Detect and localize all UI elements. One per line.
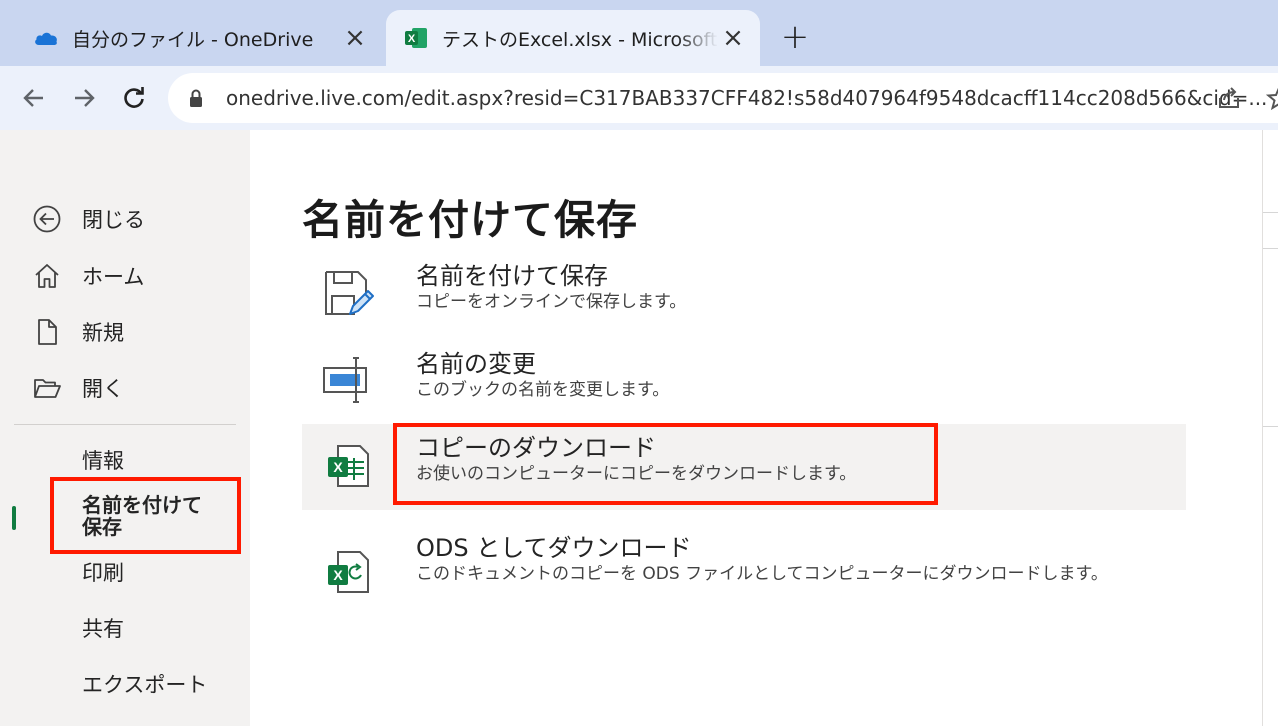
option-description: コピーをオンラインで保存します。 — [416, 292, 687, 312]
tab-close-icon[interactable]: × — [340, 23, 370, 53]
tab-onedrive[interactable]: 自分のファイル - OneDrive × — [16, 10, 382, 66]
back-arrow-circle-icon — [30, 202, 64, 236]
spreadsheet-edge — [1262, 130, 1278, 726]
tab-close-icon[interactable]: × — [718, 23, 748, 53]
ods-download-icon: X — [320, 542, 376, 598]
address-bar[interactable]: onedrive.live.com/edit.aspx?resid=C317BA… — [168, 73, 1278, 123]
nav-share[interactable]: 共有 — [82, 618, 124, 640]
option-title: 名前を付けて保存 — [416, 262, 608, 290]
option-title: 名前の変更 — [416, 350, 536, 378]
svg-text:X: X — [333, 459, 343, 475]
selection-indicator — [12, 506, 16, 530]
home-icon — [30, 259, 64, 293]
nav-open[interactable]: 開く — [30, 371, 124, 405]
option-download-ods[interactable]: X ODS としてダウンロード このドキュメントのコピーを ODS ファイルとし… — [302, 524, 1186, 624]
bookmark-star-icon[interactable] — [1265, 85, 1278, 115]
nav-export[interactable]: エクスポート — [82, 674, 207, 696]
page-title: 名前を付けて保存 — [302, 196, 638, 244]
open-folder-icon — [30, 371, 64, 405]
annotation-highlight-box — [393, 423, 938, 505]
browser-toolbar: onedrive.live.com/edit.aspx?resid=C317BA… — [0, 66, 1278, 130]
grid-line — [1263, 426, 1278, 427]
new-tab-button[interactable]: + — [778, 17, 812, 57]
new-document-icon — [30, 315, 64, 349]
nav-label: 開く — [82, 377, 124, 401]
sidebar-divider — [14, 424, 236, 425]
url-text: onedrive.live.com/edit.aspx?resid=C317BA… — [226, 86, 1268, 110]
onedrive-cloud-icon — [32, 27, 60, 49]
grid-line — [1263, 248, 1278, 249]
rename-icon — [320, 352, 376, 408]
excel-icon: X — [402, 27, 430, 49]
option-description: このドキュメントのコピーを ODS ファイルとしてコンピューターにダウンロードし… — [416, 564, 1108, 584]
tab-title: テストのExcel.xlsx - Microsoft Excel — [442, 28, 718, 51]
save-as-icon — [320, 264, 376, 320]
svg-text:X: X — [333, 567, 343, 583]
back-arrow-icon[interactable] — [14, 78, 54, 118]
browser-tabstrip: 自分のファイル - OneDrive × X テストのExcel.xlsx - … — [0, 0, 1278, 66]
reload-icon[interactable] — [114, 78, 154, 118]
annotation-highlight-box — [50, 477, 241, 554]
nav-label: 閉じる — [82, 208, 145, 232]
tab-excel[interactable]: X テストのExcel.xlsx - Microsoft Excel × — [386, 10, 760, 66]
svg-text:X: X — [408, 33, 416, 45]
option-rename[interactable]: 名前の変更 このブックの名前を変更します。 — [302, 340, 1186, 426]
nav-new[interactable]: 新規 — [30, 315, 124, 349]
option-save-as[interactable]: 名前を付けて保存 コピーをオンラインで保存します。 — [302, 252, 1186, 338]
forward-arrow-icon[interactable] — [64, 78, 104, 118]
lock-icon — [188, 88, 208, 108]
nav-print[interactable]: 印刷 — [82, 562, 124, 584]
option-title: ODS としてダウンロード — [416, 534, 692, 562]
nav-label: 新規 — [82, 321, 124, 345]
option-description: このブックの名前を変更します。 — [416, 380, 670, 400]
grid-line — [1263, 212, 1278, 213]
nav-info[interactable]: 情報 — [82, 450, 124, 472]
backstage-sidebar: 閉じる ホーム 新規 開く 情報 名前を付けて 保存 印刷 共有 エクスポート — [0, 130, 250, 726]
tab-title: 自分のファイル - OneDrive — [72, 28, 314, 51]
nav-close[interactable]: 閉じる — [30, 202, 145, 236]
nav-label: ホーム — [82, 265, 145, 289]
nav-home[interactable]: ホーム — [30, 259, 144, 293]
excel-download-icon: X — [320, 436, 376, 492]
share-icon[interactable] — [1216, 85, 1242, 115]
